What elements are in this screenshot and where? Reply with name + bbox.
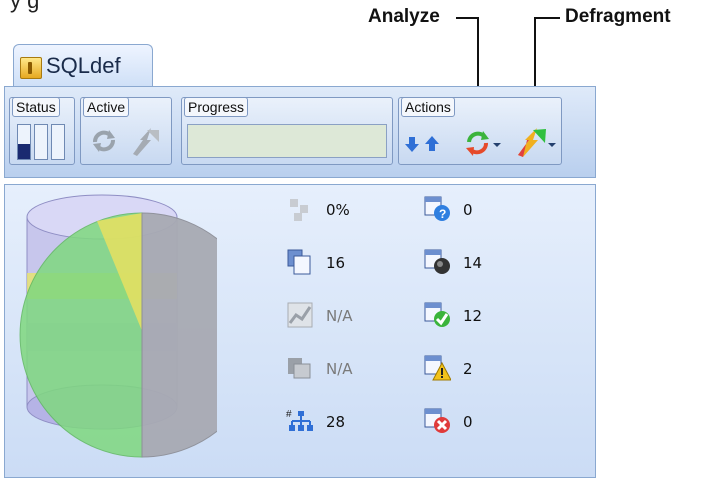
database-summary-panel: 0% 16 N/A N/A #28 ? 0 14 12 2 0 — [4, 184, 596, 478]
fragment-percent-icon — [290, 199, 308, 221]
active-group-label: Active — [83, 97, 130, 117]
status-bar-2 — [34, 124, 48, 160]
index-tree-icon: # — [286, 409, 313, 431]
defragment-inactive-icon[interactable] — [129, 124, 163, 158]
actions-group: Actions — [398, 97, 562, 165]
right-stat-value: 0 — [463, 201, 473, 219]
status-group: Status — [9, 97, 75, 165]
status-fill — [18, 143, 30, 159]
move-down-icon[interactable] — [405, 136, 419, 152]
analyze-callout-line — [456, 17, 478, 19]
right-stat-value: 14 — [463, 254, 483, 272]
analyze-dropdown-icon[interactable] — [493, 143, 501, 147]
left-stat-value: 28 — [326, 413, 346, 431]
defragment-icon[interactable] — [515, 124, 549, 158]
left-stat-row: 0% — [286, 195, 406, 225]
progress-field — [187, 124, 387, 158]
move-up-icon[interactable] — [425, 136, 439, 152]
progress-group: Progress — [181, 97, 393, 165]
defragment-callout-line — [534, 17, 560, 19]
left-stat-row: 16 — [286, 248, 406, 278]
unknown-status-icon: ? — [424, 196, 450, 221]
analyze-icon[interactable] — [463, 128, 493, 158]
right-stat-value: 2 — [463, 360, 473, 378]
left-stat-value: N/A — [326, 307, 353, 325]
toolbar: Status Active Progress Actions — [4, 86, 596, 178]
pages-icon — [287, 249, 311, 275]
error-status-icon — [424, 408, 450, 433]
left-stat-row: N/A — [286, 301, 406, 331]
chart-icon — [287, 302, 313, 328]
left-stat-value: 16 — [326, 254, 346, 272]
copies-icon — [288, 358, 311, 379]
progress-group-label: Progress — [184, 97, 249, 117]
status-group-label: Status — [12, 97, 60, 117]
active-group: Active — [80, 97, 172, 165]
defragment-callout-label: Defragment — [565, 6, 671, 27]
right-stat-row: ? 0 — [423, 195, 543, 225]
analyze-callout-label: Analyze — [368, 6, 440, 27]
right-stat-row: 12 — [423, 301, 543, 331]
refresh-icon[interactable] — [89, 126, 119, 156]
left-stat-row: #28 — [286, 407, 406, 437]
left-stat-value: 0% — [326, 201, 350, 219]
database-tab[interactable]: SQLdef — [13, 44, 153, 86]
running-status-icon — [424, 249, 450, 274]
right-stat-row: 14 — [423, 248, 543, 278]
status-bar-3 — [51, 124, 65, 160]
ok-status-icon — [424, 302, 450, 327]
right-stat-row: 2 — [423, 354, 543, 384]
svg-text:?: ? — [439, 207, 446, 221]
actions-group-label: Actions — [401, 97, 455, 117]
caption-fragment: y g — [10, 0, 40, 13]
warning-status-icon — [424, 355, 451, 381]
status-bar-1 — [17, 124, 31, 160]
database-lock-icon — [20, 57, 42, 79]
defragment-dropdown-icon[interactable] — [548, 143, 556, 147]
left-stat-value: N/A — [326, 360, 353, 378]
right-stat-row: 0 — [423, 407, 543, 437]
database-tab-title: SQLdef — [46, 53, 121, 78]
left-stat-row: N/A — [286, 354, 406, 384]
right-stat-value: 0 — [463, 413, 473, 431]
database-fragmentation-chart — [19, 194, 217, 458]
right-stat-value: 12 — [463, 307, 483, 325]
svg-text:#: # — [286, 409, 292, 420]
